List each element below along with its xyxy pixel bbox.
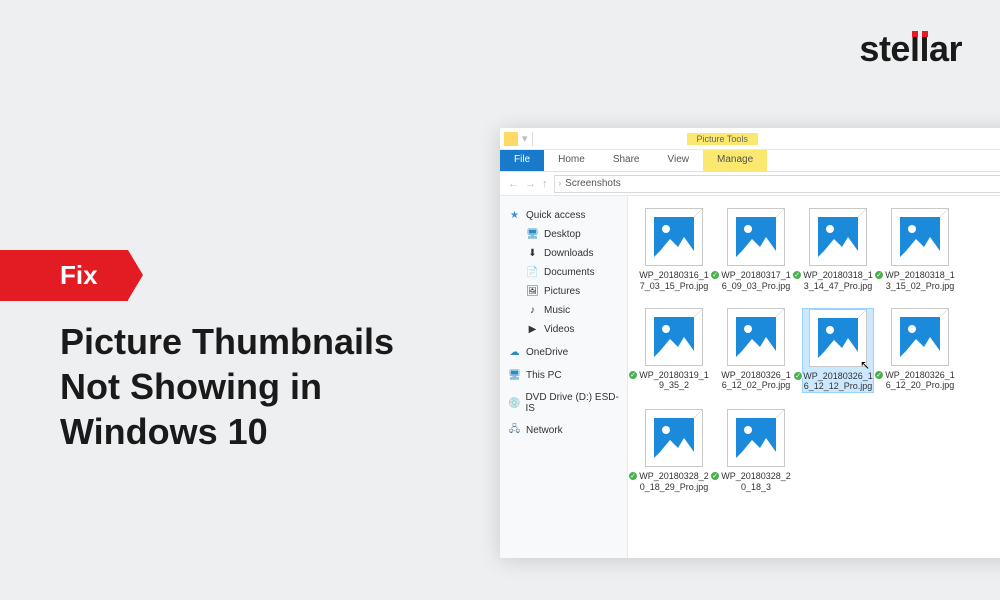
documents-icon: 📄 [526,266,539,279]
file-item[interactable]: ↖WP_20180326_16_12_12_Pro.jpg✓ [802,308,874,394]
promo-text: Fix Picture Thumbnails Not Showing in Wi… [0,250,460,454]
sidebar-documents[interactable]: 📄 Documents [500,263,627,282]
tab-home[interactable]: Home [544,150,599,171]
sidebar-quick-access[interactable]: ★ Quick access [500,206,627,225]
qat-dropdown-icon[interactable]: ▾ [522,132,528,145]
navigation-pane: ★ Quick access 🖥 Desktop ⬇ Downloads 📄 Docum… [500,196,628,558]
sync-check-icon: ✓ [628,370,638,380]
file-name: WP_20180317_16_09_03_Pro.jpg✓ [720,270,792,292]
file-name: WP_20180316_17_03_15_Pro.jpg [638,270,710,292]
sidebar-label: Downloads [544,248,593,259]
star-icon: ★ [508,209,521,222]
headline: Picture Thumbnails Not Showing in Window… [60,319,460,454]
file-name: WP_20180328_20_18_29_Pro.jpg✓ [638,471,710,493]
sidebar-label: Videos [544,324,574,335]
network-icon: 🖧 [508,424,521,437]
sidebar-pictures[interactable]: 🖼 Pictures [500,282,627,301]
address-bar: ← → ↑ › Screenshots [500,172,1000,196]
file-name: WP_20180326_16_12_12_Pro.jpg✓ [803,371,873,393]
back-button[interactable]: ← [508,178,519,190]
sidebar-label: OneDrive [526,347,568,358]
file-item[interactable]: WP_20180328_20_18_29_Pro.jpg✓ [638,409,710,493]
sidebar-downloads[interactable]: ⬇ Downloads [500,244,627,263]
file-item[interactable]: WP_20180326_16_12_20_Pro.jpg✓ [884,308,956,394]
sidebar-label: This PC [526,370,562,381]
tab-file[interactable]: File [500,150,544,171]
tab-manage[interactable]: Manage [703,150,767,171]
file-thumbnail [727,208,785,266]
cursor-icon: ↖ [860,358,870,372]
sync-check-icon: ✓ [628,471,638,481]
videos-icon: ▶ [526,323,539,336]
sync-check-icon: ✓ [874,270,884,280]
pictures-icon: 🖼 [526,285,539,298]
sidebar-videos[interactable]: ▶ Videos [500,320,627,339]
file-item[interactable]: WP_20180318_13_15_02_Pro.jpg✓ [884,208,956,292]
sync-check-icon: ✓ [793,371,803,381]
sync-check-icon: ✓ [874,370,884,380]
chevron-icon: › [559,179,562,188]
file-item[interactable]: WP_20180317_16_09_03_Pro.jpg✓ [720,208,792,292]
sidebar-onedrive[interactable]: ☁ OneDrive [500,343,627,362]
file-item[interactable]: WP_20180318_13_14_47_Pro.jpg✓ [802,208,874,292]
file-thumbnail [727,308,785,366]
sidebar-desktop[interactable]: 🖥 Desktop [500,225,627,244]
file-thumbnail [645,308,703,366]
sidebar-this-pc[interactable]: 🖥 This PC [500,366,627,385]
file-item[interactable]: WP_20180316_17_03_15_Pro.jpg [638,208,710,292]
file-explorer-window: ▾ Picture Tools File Home Share View Man… [500,128,1000,558]
music-icon: ♪ [526,304,539,317]
file-thumbnail [891,208,949,266]
breadcrumb-folder[interactable]: Screenshots [565,178,621,189]
file-name: WP_20180318_13_14_47_Pro.jpg✓ [802,270,874,292]
file-thumbnail [645,409,703,467]
disc-icon: 💿 [508,397,520,410]
sidebar-label: DVD Drive (D:) ESD-IS [525,392,619,414]
sidebar-label: Documents [544,267,595,278]
picture-tools-label: Picture Tools [687,133,758,145]
desktop-icon: 🖥 [526,228,539,241]
file-item[interactable]: WP_20180319_19_35_2✓ [638,308,710,394]
file-name: WP_20180318_13_15_02_Pro.jpg✓ [884,270,956,292]
file-item[interactable]: WP_20180328_20_18_3✓ [720,409,792,493]
file-name: WP_20180319_19_35_2✓ [638,370,710,392]
sidebar-dvd[interactable]: 💿 DVD Drive (D:) ESD-IS [500,389,627,417]
file-thumbnail [727,409,785,467]
file-item[interactable]: WP_20180326_16_12_02_Pro.jpg [720,308,792,394]
sync-check-icon: ✓ [710,471,720,481]
sidebar-label: Pictures [544,286,580,297]
forward-button[interactable]: → [525,178,536,190]
stellar-logo: stellar [859,28,962,70]
sidebar-music[interactable]: ♪ Music [500,301,627,320]
folder-icon [504,132,518,146]
file-thumbnail: ↖ [809,309,867,367]
sidebar-network[interactable]: 🖧 Network [500,421,627,440]
sync-check-icon: ✓ [792,270,802,280]
file-name: WP_20180328_20_18_3✓ [720,471,792,493]
sidebar-label: Quick access [526,210,585,221]
up-button[interactable]: ↑ [542,178,548,190]
file-thumbnail [809,208,867,266]
file-thumbnail [891,308,949,366]
downloads-icon: ⬇ [526,247,539,260]
divider [532,132,533,146]
sync-check-icon: ✓ [710,270,720,280]
file-name: WP_20180326_16_12_02_Pro.jpg [720,370,792,392]
pc-icon: 🖥 [508,369,521,382]
cloud-icon: ☁ [508,346,521,359]
address-input[interactable]: › Screenshots [554,175,1000,193]
file-thumbnail [645,208,703,266]
fix-badge: Fix [0,250,128,301]
sidebar-label: Desktop [544,229,581,240]
titlebar: ▾ Picture Tools [500,128,1000,150]
files-pane[interactable]: WP_20180316_17_03_15_Pro.jpg WP_20180317_… [628,196,1000,558]
sidebar-label: Network [526,425,563,436]
tab-view[interactable]: View [654,150,704,171]
ribbon-tabs: File Home Share View Manage [500,150,1000,172]
tab-share[interactable]: Share [599,150,654,171]
sidebar-label: Music [544,305,570,316]
file-name: WP_20180326_16_12_20_Pro.jpg✓ [884,370,956,392]
